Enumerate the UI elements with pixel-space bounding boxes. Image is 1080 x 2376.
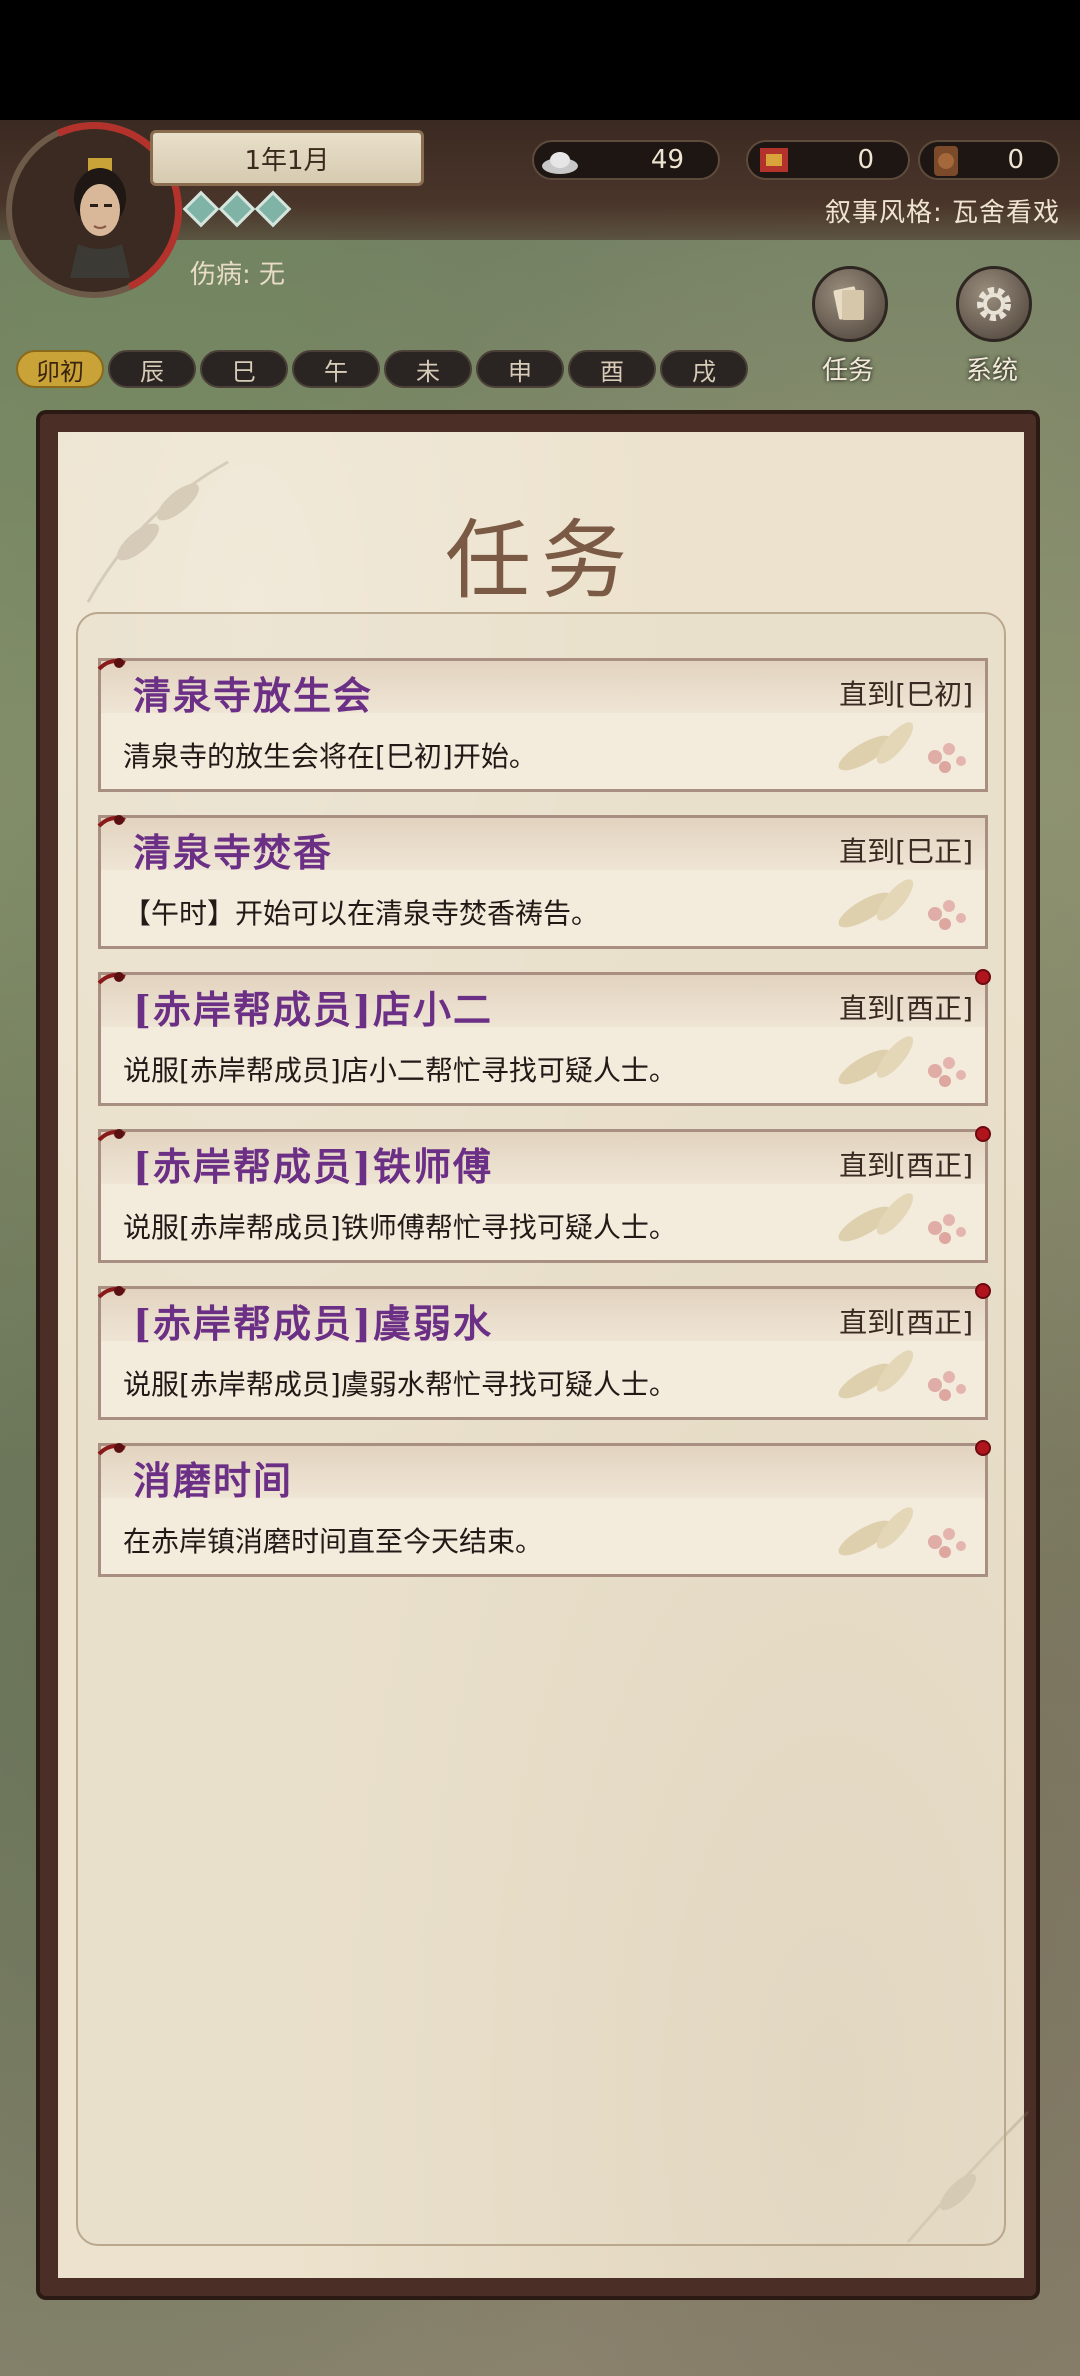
tasks-button-label[interactable]: 任务 — [822, 350, 874, 387]
task-description: 说服[赤岸帮成员]虞弱水帮忙寻找可疑人士。 — [123, 1368, 677, 1401]
hour-chip[interactable]: 辰 — [108, 350, 196, 388]
task-title: 消磨时间 — [133, 1458, 294, 1503]
task-description: 【午时】开始可以在清泉寺焚香祷告。 — [123, 897, 600, 930]
new-indicator-dot — [975, 1440, 991, 1456]
hour-chip[interactable]: 酉 — [568, 350, 656, 388]
date-display: 1年1月 — [150, 130, 424, 186]
flower-decoration-icon — [838, 1036, 966, 1087]
silver-value: 49 — [650, 145, 684, 175]
pin-icon — [97, 972, 126, 985]
new-indicator-dot — [975, 1126, 991, 1142]
task-description: 在赤岸镇消磨时间直至今天结束。 — [123, 1525, 544, 1558]
diamond-icon — [182, 190, 220, 228]
system-button[interactable] — [956, 266, 1032, 342]
new-indicator-dot — [975, 969, 991, 985]
pin-icon — [97, 658, 126, 671]
task-deadline: 直到[巳初] — [839, 678, 973, 711]
flower-decoration-icon — [838, 722, 966, 773]
banner-value: 0 — [857, 145, 874, 175]
coin-value: 0 — [1007, 145, 1024, 175]
task-card[interactable]: [赤岸帮成员]店小二 直到[酉正] 说服[赤岸帮成员]店小二帮忙寻找可疑人士。 — [97, 969, 991, 1106]
silver-counter: 49 — [532, 140, 720, 180]
task-card[interactable]: [赤岸帮成员]虞弱水 直到[酉正] 说服[赤岸帮成员]虞弱水帮忙寻找可疑人士。 — [97, 1283, 991, 1420]
new-indicator-dot — [975, 1283, 991, 1299]
coin-counter: 0 — [918, 140, 1060, 180]
hour-chip[interactable]: 午 — [292, 350, 380, 388]
coin-icon — [934, 146, 958, 176]
task-title: 清泉寺放生会 — [133, 673, 374, 718]
diamond-icon — [254, 190, 292, 228]
task-title: 清泉寺焚香 — [133, 830, 334, 875]
panel-title: 任务 — [445, 511, 637, 611]
pin-icon — [97, 1286, 126, 1299]
task-deadline: 直到[酉正] — [839, 992, 973, 1025]
narrative-style-label[interactable]: 叙事风格: 瓦舍看戏 — [825, 192, 1060, 229]
flower-decoration-icon — [838, 879, 966, 930]
flower-decoration-icon — [838, 1507, 966, 1558]
scroll-icon — [833, 286, 864, 320]
task-title: [赤岸帮成员]虞弱水 — [133, 1301, 493, 1346]
hour-chip[interactable]: 戌 — [660, 350, 748, 388]
injury-status: 伤病: 无 — [190, 260, 286, 290]
task-card[interactable]: 清泉寺焚香 直到[巳正] 【午时】开始可以在清泉寺焚香祷告。 — [97, 815, 988, 949]
tasks-button[interactable] — [812, 266, 888, 342]
task-description: 说服[赤岸帮成员]铁师傅帮忙寻找可疑人士。 — [123, 1211, 677, 1244]
pin-icon — [97, 1129, 126, 1142]
task-card[interactable]: 清泉寺放生会 直到[巳初] 清泉寺的放生会将在[巳初]开始。 — [97, 658, 988, 792]
task-title: [赤岸帮成员]店小二 — [133, 987, 493, 1032]
task-title: [赤岸帮成员]铁师傅 — [133, 1144, 493, 1189]
banner-counter: 0 — [746, 140, 910, 180]
system-button-label[interactable]: 系统 — [966, 350, 1018, 387]
task-card[interactable]: [赤岸帮成员]铁师傅 直到[酉正] 说服[赤岸帮成员]铁师傅帮忙寻找可疑人士。 — [97, 1126, 991, 1263]
task-deadline: 直到[酉正] — [839, 1149, 973, 1182]
rank-diamonds — [182, 190, 292, 228]
task-description: 清泉寺的放生会将在[巳初]开始。 — [123, 740, 537, 773]
banner-flag-icon — [760, 148, 788, 172]
silver-ingot-icon — [542, 152, 578, 174]
gear-icon — [977, 287, 1011, 321]
task-panel: 任务 清泉寺放生会 直到[巳初] 清泉寺的放生会将在[巳初]开始。清泉寺焚香 直到[巳… — [58, 432, 1030, 2278]
pin-icon — [97, 815, 126, 828]
time-of-day-bar: 卯初 辰 巳 午 未 申 酉 戌 — [16, 350, 748, 388]
hour-chip[interactable]: 巳 — [200, 350, 288, 388]
flower-decoration-icon — [838, 1193, 966, 1244]
task-card[interactable]: 消磨时间在赤岸镇消磨时间直至今天结束。 — [97, 1440, 991, 1577]
hour-chip[interactable]: 卯初 — [16, 350, 104, 388]
task-deadline: 直到[酉正] — [839, 1306, 973, 1339]
date-text: 1年1月 — [244, 145, 330, 176]
task-deadline: 直到[巳正] — [839, 835, 973, 868]
pin-icon — [97, 1443, 126, 1456]
hour-chip[interactable]: 未 — [384, 350, 472, 388]
flower-decoration-icon — [838, 1350, 966, 1401]
hour-chip[interactable]: 申 — [476, 350, 564, 388]
diamond-icon — [218, 190, 256, 228]
task-description: 说服[赤岸帮成员]店小二帮忙寻找可疑人士。 — [123, 1054, 677, 1087]
